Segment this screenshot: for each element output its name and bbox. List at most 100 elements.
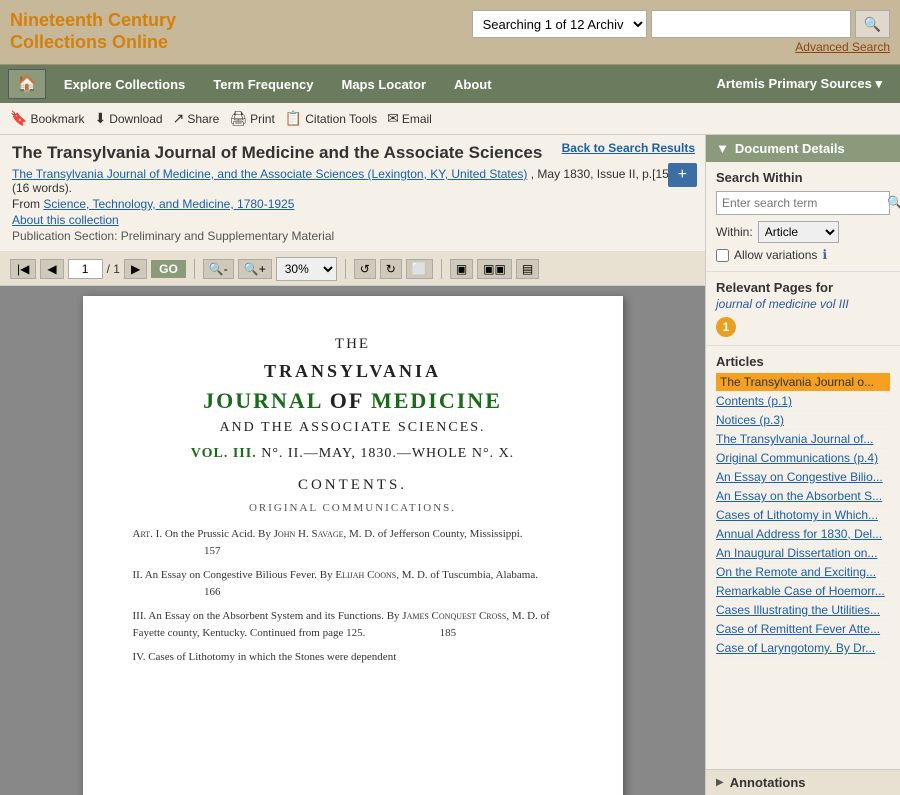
right-panel: ▼ Document Details Search Within 🔍 Withi…: [705, 135, 900, 795]
collection-link[interactable]: About this collection: [12, 213, 693, 227]
doc-source: From Science, Technology, and Medicine, …: [12, 197, 693, 211]
search-input[interactable]: [651, 10, 851, 38]
citation-icon: 📋: [285, 110, 302, 127]
logo-line1: Nineteenth Century: [10, 10, 176, 32]
doc-page: THE TRANSYLVANIA JOURNAL OF MEDICINE AND…: [83, 296, 623, 795]
article-item-9[interactable]: An Inaugural Dissertation on...: [716, 544, 890, 563]
doc-details-header[interactable]: ▼ Document Details: [706, 135, 900, 162]
navbar: 🏠 Explore Collections Term Frequency Map…: [0, 65, 900, 103]
two-page-button[interactable]: ▣▣: [477, 259, 512, 279]
article-item-1[interactable]: Contents (p.1): [716, 392, 890, 411]
doc-vol: VOL. III. N°. II.—MAY, 1830.—WHOLE N°. X…: [133, 446, 573, 462]
doc-of-text: OF: [330, 388, 371, 413]
doc-orig-comm: ORIGINAL COMMUNICATIONS.: [133, 502, 573, 514]
print-icon: 🖨: [229, 110, 247, 127]
search-within-input-wrap: 🔍: [716, 191, 890, 215]
doc-article-4: IV. Cases of Lithotomy in which the Ston…: [133, 649, 573, 666]
header: Nineteenth Century Collections Online Se…: [0, 0, 900, 65]
articles-section: Articles The Transylvania Journal o... C…: [706, 346, 900, 769]
page-input[interactable]: [68, 259, 103, 279]
info-icon[interactable]: ℹ: [822, 247, 827, 263]
nav-about[interactable]: About: [440, 69, 506, 100]
citation-button[interactable]: 📋 Citation Tools: [285, 110, 377, 127]
article-item-12[interactable]: Cases Illustrating the Utilities...: [716, 601, 890, 620]
print-button[interactable]: 🖨 Print: [229, 110, 274, 127]
relevant-pages-section: Relevant Pages for journal of medicine v…: [706, 272, 900, 346]
allow-variations-label: Allow variations: [734, 248, 817, 262]
article-item-0[interactable]: The Transylvania Journal o...: [716, 373, 890, 392]
add-to-folder-button[interactable]: +: [668, 163, 697, 187]
doc-article-1: Art. I. On the Prussic Acid. By John H. …: [133, 526, 573, 559]
doc-link[interactable]: The Transylvania Journal of Medicine, an…: [12, 167, 527, 181]
nav-explore[interactable]: Explore Collections: [50, 69, 199, 100]
bookmark-button[interactable]: 🔖 Bookmark: [10, 110, 84, 127]
bookmark-icon: 🔖: [10, 110, 27, 127]
allow-variations-checkbox[interactable]: [716, 249, 729, 262]
search-bar: Searching 1 of 12 ArchivesAll Archives 🔍…: [472, 10, 890, 54]
article-item-11[interactable]: Remarkable Case of Hoemorr...: [716, 582, 890, 601]
annotations-section[interactable]: ▶ Annotations: [706, 769, 900, 795]
article-item-2[interactable]: Notices (p.3): [716, 411, 890, 430]
article-item-6[interactable]: An Essay on the Absorbent S...: [716, 487, 890, 506]
content: Back to Search Results + The Transylvani…: [0, 135, 900, 795]
go-button[interactable]: GO: [151, 260, 186, 278]
search-within-icon[interactable]: 🔍: [882, 192, 900, 214]
doc-details-arrow: ▼: [716, 141, 729, 156]
logo-line2: Collections Online: [10, 32, 176, 54]
zoom-out-button[interactable]: 🔍-: [203, 259, 234, 279]
doc-medicine-text: MEDICINE: [371, 388, 502, 413]
annotations-arrow: ▶: [716, 777, 724, 788]
doc-details-label: Document Details: [735, 141, 845, 156]
source-link[interactable]: Science, Technology, and Medicine, 1780-…: [43, 197, 294, 211]
nav-maps[interactable]: Maps Locator: [327, 69, 440, 100]
search-within-label: Search Within: [716, 170, 890, 185]
doc-article-3: III. An Essay on the Absorbent System an…: [133, 608, 573, 641]
search-button[interactable]: 🔍: [855, 10, 890, 38]
next-page-button[interactable]: ▶: [124, 259, 147, 279]
home-button[interactable]: 🏠: [8, 69, 46, 99]
article-item-3[interactable]: The Transylvania Journal of...: [716, 430, 890, 449]
relevant-pages-label: Relevant Pages for: [716, 280, 890, 295]
nav-artemis[interactable]: Artemis Primary Sources ▾: [707, 68, 893, 100]
email-button[interactable]: ✉ Email: [387, 110, 432, 127]
doc-contents: CONTENTS.: [133, 477, 573, 494]
article-item-4[interactable]: Original Communications (p.4): [716, 449, 890, 468]
doc-meta: Back to Search Results + The Transylvani…: [0, 135, 705, 252]
within-row: Within: Article Document Collection: [716, 221, 890, 243]
zoom-in-button[interactable]: 🔍+: [238, 259, 272, 279]
article-item-13[interactable]: Case of Remittent Fever Atte...: [716, 620, 890, 639]
annotations-label: Annotations: [730, 775, 806, 790]
page-controls: |◀ ◀ / 1 ▶ GO 🔍- 🔍+ 30% 50% 75% 100% ↺ ↻…: [0, 252, 705, 286]
rotate-right-button[interactable]: ↻: [380, 259, 402, 279]
within-label: Within:: [716, 225, 753, 239]
doc-journal: JOURNAL OF MEDICINE: [133, 388, 573, 414]
single-page-button[interactable]: ▣: [450, 259, 473, 279]
first-page-button[interactable]: |◀: [10, 259, 36, 279]
article-list: The Transylvania Journal o... Contents (…: [716, 373, 890, 658]
zoom-select[interactable]: 30% 50% 75% 100%: [276, 257, 337, 281]
advanced-search-link[interactable]: Advanced Search: [472, 40, 890, 54]
article-item-8[interactable]: Annual Address for 1830, Del...: [716, 525, 890, 544]
nav-term-freq[interactable]: Term Frequency: [199, 69, 327, 100]
scroll-button[interactable]: ▤: [516, 259, 539, 279]
download-button[interactable]: ⬇ Download: [94, 110, 162, 127]
download-icon: ⬇: [94, 110, 106, 127]
archive-select[interactable]: Searching 1 of 12 ArchivesAll Archives: [472, 10, 647, 38]
rotate-left-button[interactable]: ↺: [354, 259, 376, 279]
prev-page-button[interactable]: ◀: [40, 259, 63, 279]
fit-width-button[interactable]: ⬜: [406, 259, 433, 279]
logo: Nineteenth Century Collections Online: [10, 10, 176, 53]
within-select[interactable]: Article Document Collection: [758, 221, 839, 243]
doc-transylvania: TRANSYLVANIA: [133, 361, 573, 382]
article-item-10[interactable]: On the Remote and Exciting...: [716, 563, 890, 582]
search-within-input[interactable]: [717, 193, 882, 213]
doc-viewer[interactable]: THE TRANSYLVANIA JOURNAL OF MEDICINE AND…: [0, 286, 705, 795]
share-button[interactable]: ↗ Share: [173, 110, 220, 127]
allow-variations-row: Allow variations ℹ: [716, 247, 890, 263]
article-item-7[interactable]: Cases of Lithotomy in Which...: [716, 506, 890, 525]
back-to-results[interactable]: Back to Search Results: [562, 141, 695, 155]
email-icon: ✉: [387, 110, 399, 127]
article-item-5[interactable]: An Essay on Congestive Bilio...: [716, 468, 890, 487]
share-icon: ↗: [173, 110, 185, 127]
article-item-14[interactable]: Case of Laryngotomy. By Dr...: [716, 639, 890, 658]
